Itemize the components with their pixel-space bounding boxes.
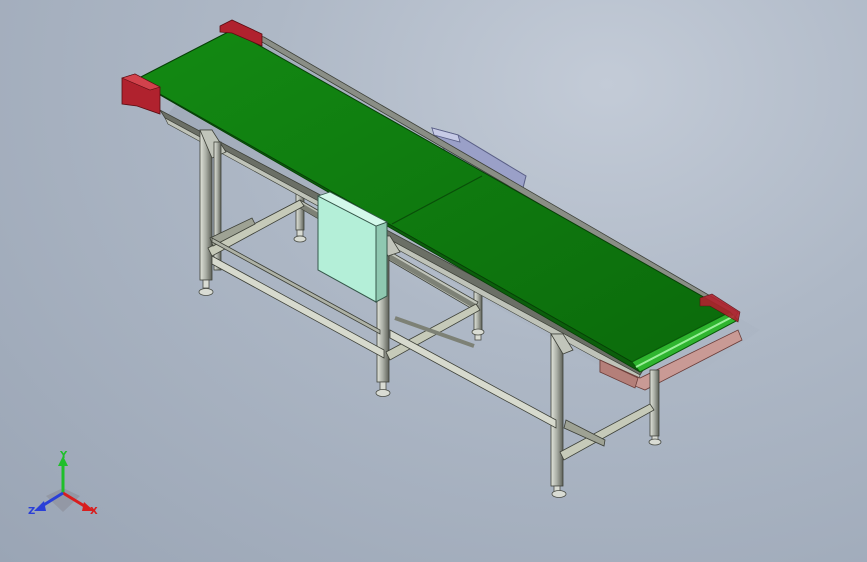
- conveyor-model[interactable]: Y Z X: [0, 0, 867, 562]
- foot-left-front: [198, 279, 214, 296]
- foot-middle-back: [471, 328, 485, 341]
- z-axis-label: Z: [28, 506, 35, 517]
- z-arrow-icon: [34, 501, 46, 511]
- foot-right-back: [648, 435, 662, 446]
- view-orientation-triad[interactable]: Y Z X: [28, 450, 98, 517]
- foot-left-back: [293, 229, 307, 243]
- foot-middle-front: [375, 381, 391, 397]
- x-axis-label: X: [90, 506, 98, 517]
- y-axis-label: Y: [59, 450, 68, 461]
- 3d-viewport[interactable]: Y Z X: [0, 0, 867, 562]
- foot-right-front: [551, 485, 567, 498]
